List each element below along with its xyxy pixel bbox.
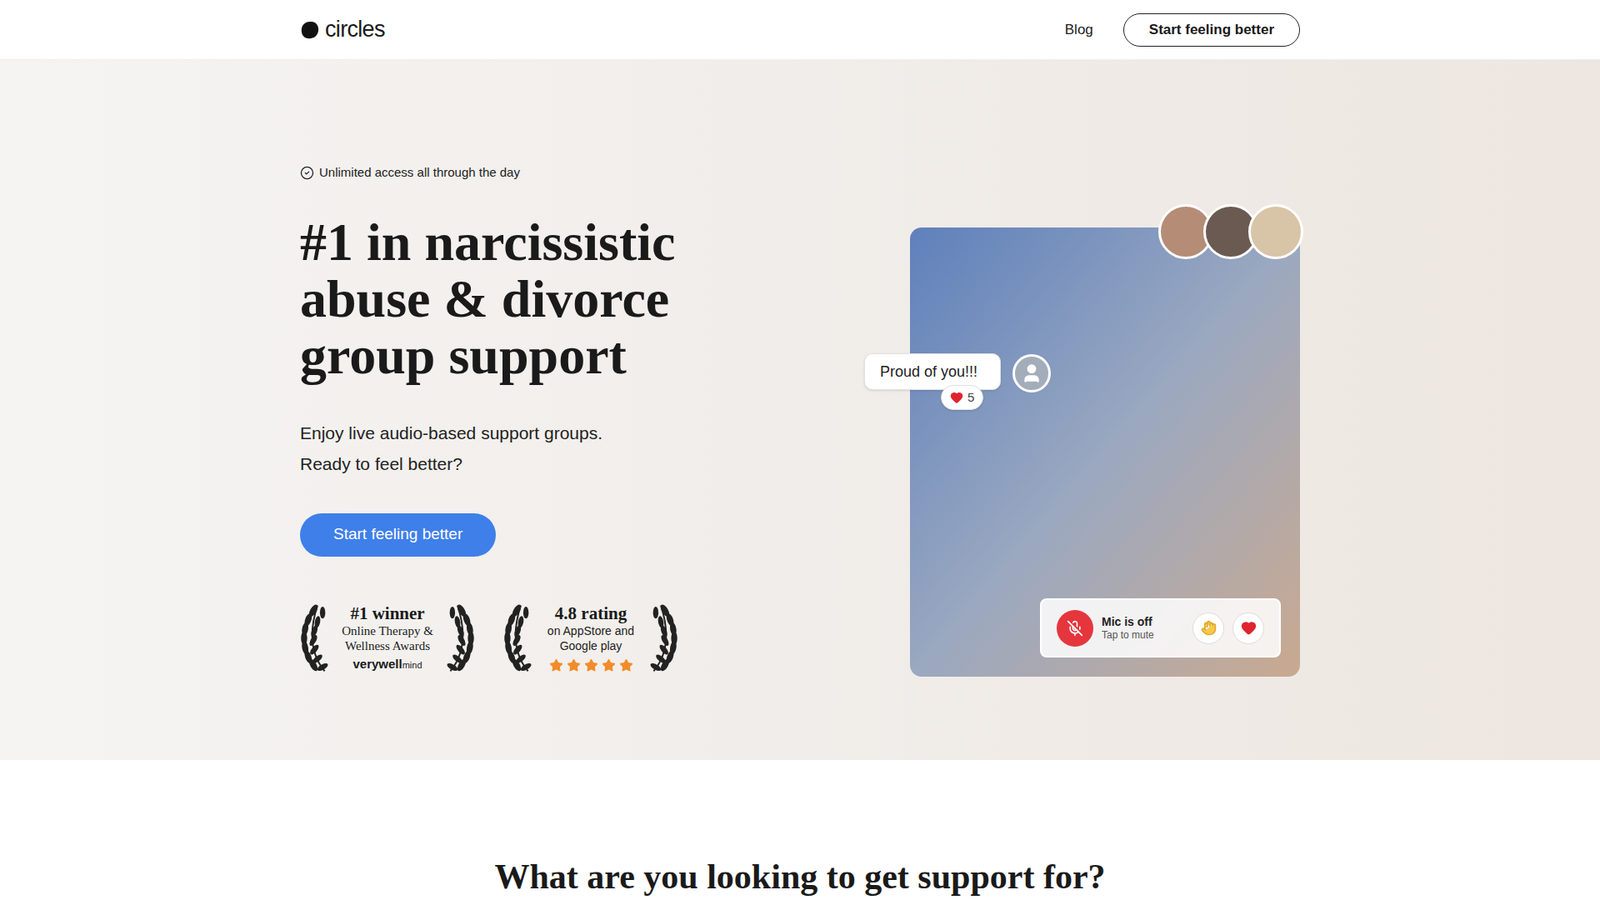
- award: #1 winnerOnline Therapy &Wellness Awards…: [300, 603, 475, 674]
- call-controls: Mic is offTap to mute: [1040, 598, 1281, 658]
- star-icon: [584, 658, 599, 673]
- hero-text: Unlimited access all through the day #1 i…: [300, 60, 679, 674]
- awards: #1 winnerOnline Therapy &Wellness Awards…: [300, 603, 679, 674]
- logo-blob-icon: [300, 20, 320, 40]
- section-heading: What are you looking to get support for?: [494, 856, 1105, 897]
- react-heart-button[interactable]: [1232, 612, 1265, 645]
- laurel-icon: [503, 603, 535, 674]
- heart-icon: [1240, 620, 1257, 636]
- nav-link[interactable]: Blog: [1065, 19, 1094, 41]
- mic-button[interactable]: [1056, 610, 1094, 647]
- reaction-pill[interactable]: 5: [940, 385, 984, 410]
- badge: Unlimited access all through the day: [300, 163, 679, 183]
- comment-bubble: Proud of you!!!: [864, 353, 1001, 390]
- star-icon: [566, 658, 581, 673]
- heart-icon: [950, 390, 964, 405]
- call-preview: Proud of you!!!5Mic is offTap to mute: [910, 227, 1300, 677]
- laurel-icon: [444, 603, 475, 674]
- page: circlesBlogStart feeling betterUnlimited…: [0, 0, 1600, 900]
- hero-heading: #1 in narcissisticabuse & divorcegroup s…: [300, 214, 679, 385]
- star-icon: [549, 658, 564, 673]
- logo[interactable]: circles: [300, 18, 385, 41]
- commenter-avatar: [1012, 354, 1051, 393]
- participant-avatar[interactable]: [1248, 204, 1304, 260]
- star-rating: [549, 658, 634, 673]
- participant-avatars: [1158, 204, 1304, 260]
- hero-subtitle: Enjoy live audio-based support groups.Re…: [300, 417, 679, 480]
- hand-icon: [1200, 620, 1217, 636]
- laurel-icon: [647, 603, 679, 674]
- laurel-icon: [300, 603, 331, 674]
- user-icon: [1020, 362, 1043, 385]
- hero: Unlimited access all through the day #1 i…: [0, 60, 1600, 760]
- mic-off-icon: [1066, 620, 1084, 637]
- check-icon: [300, 165, 315, 180]
- star-icon: [601, 658, 616, 673]
- header: circles Blog Start feeling better: [0, 0, 1600, 60]
- star-icon: [619, 658, 634, 673]
- header-cta-button[interactable]: Start feeling better: [1123, 13, 1300, 47]
- support-section: What are you looking to get support for?: [0, 760, 1600, 897]
- raise-hand-button[interactable]: [1192, 612, 1225, 645]
- award: 4.8 ratingon AppStore andGoogle play: [503, 603, 679, 674]
- hero-cta-button[interactable]: Start feeling better: [300, 513, 496, 557]
